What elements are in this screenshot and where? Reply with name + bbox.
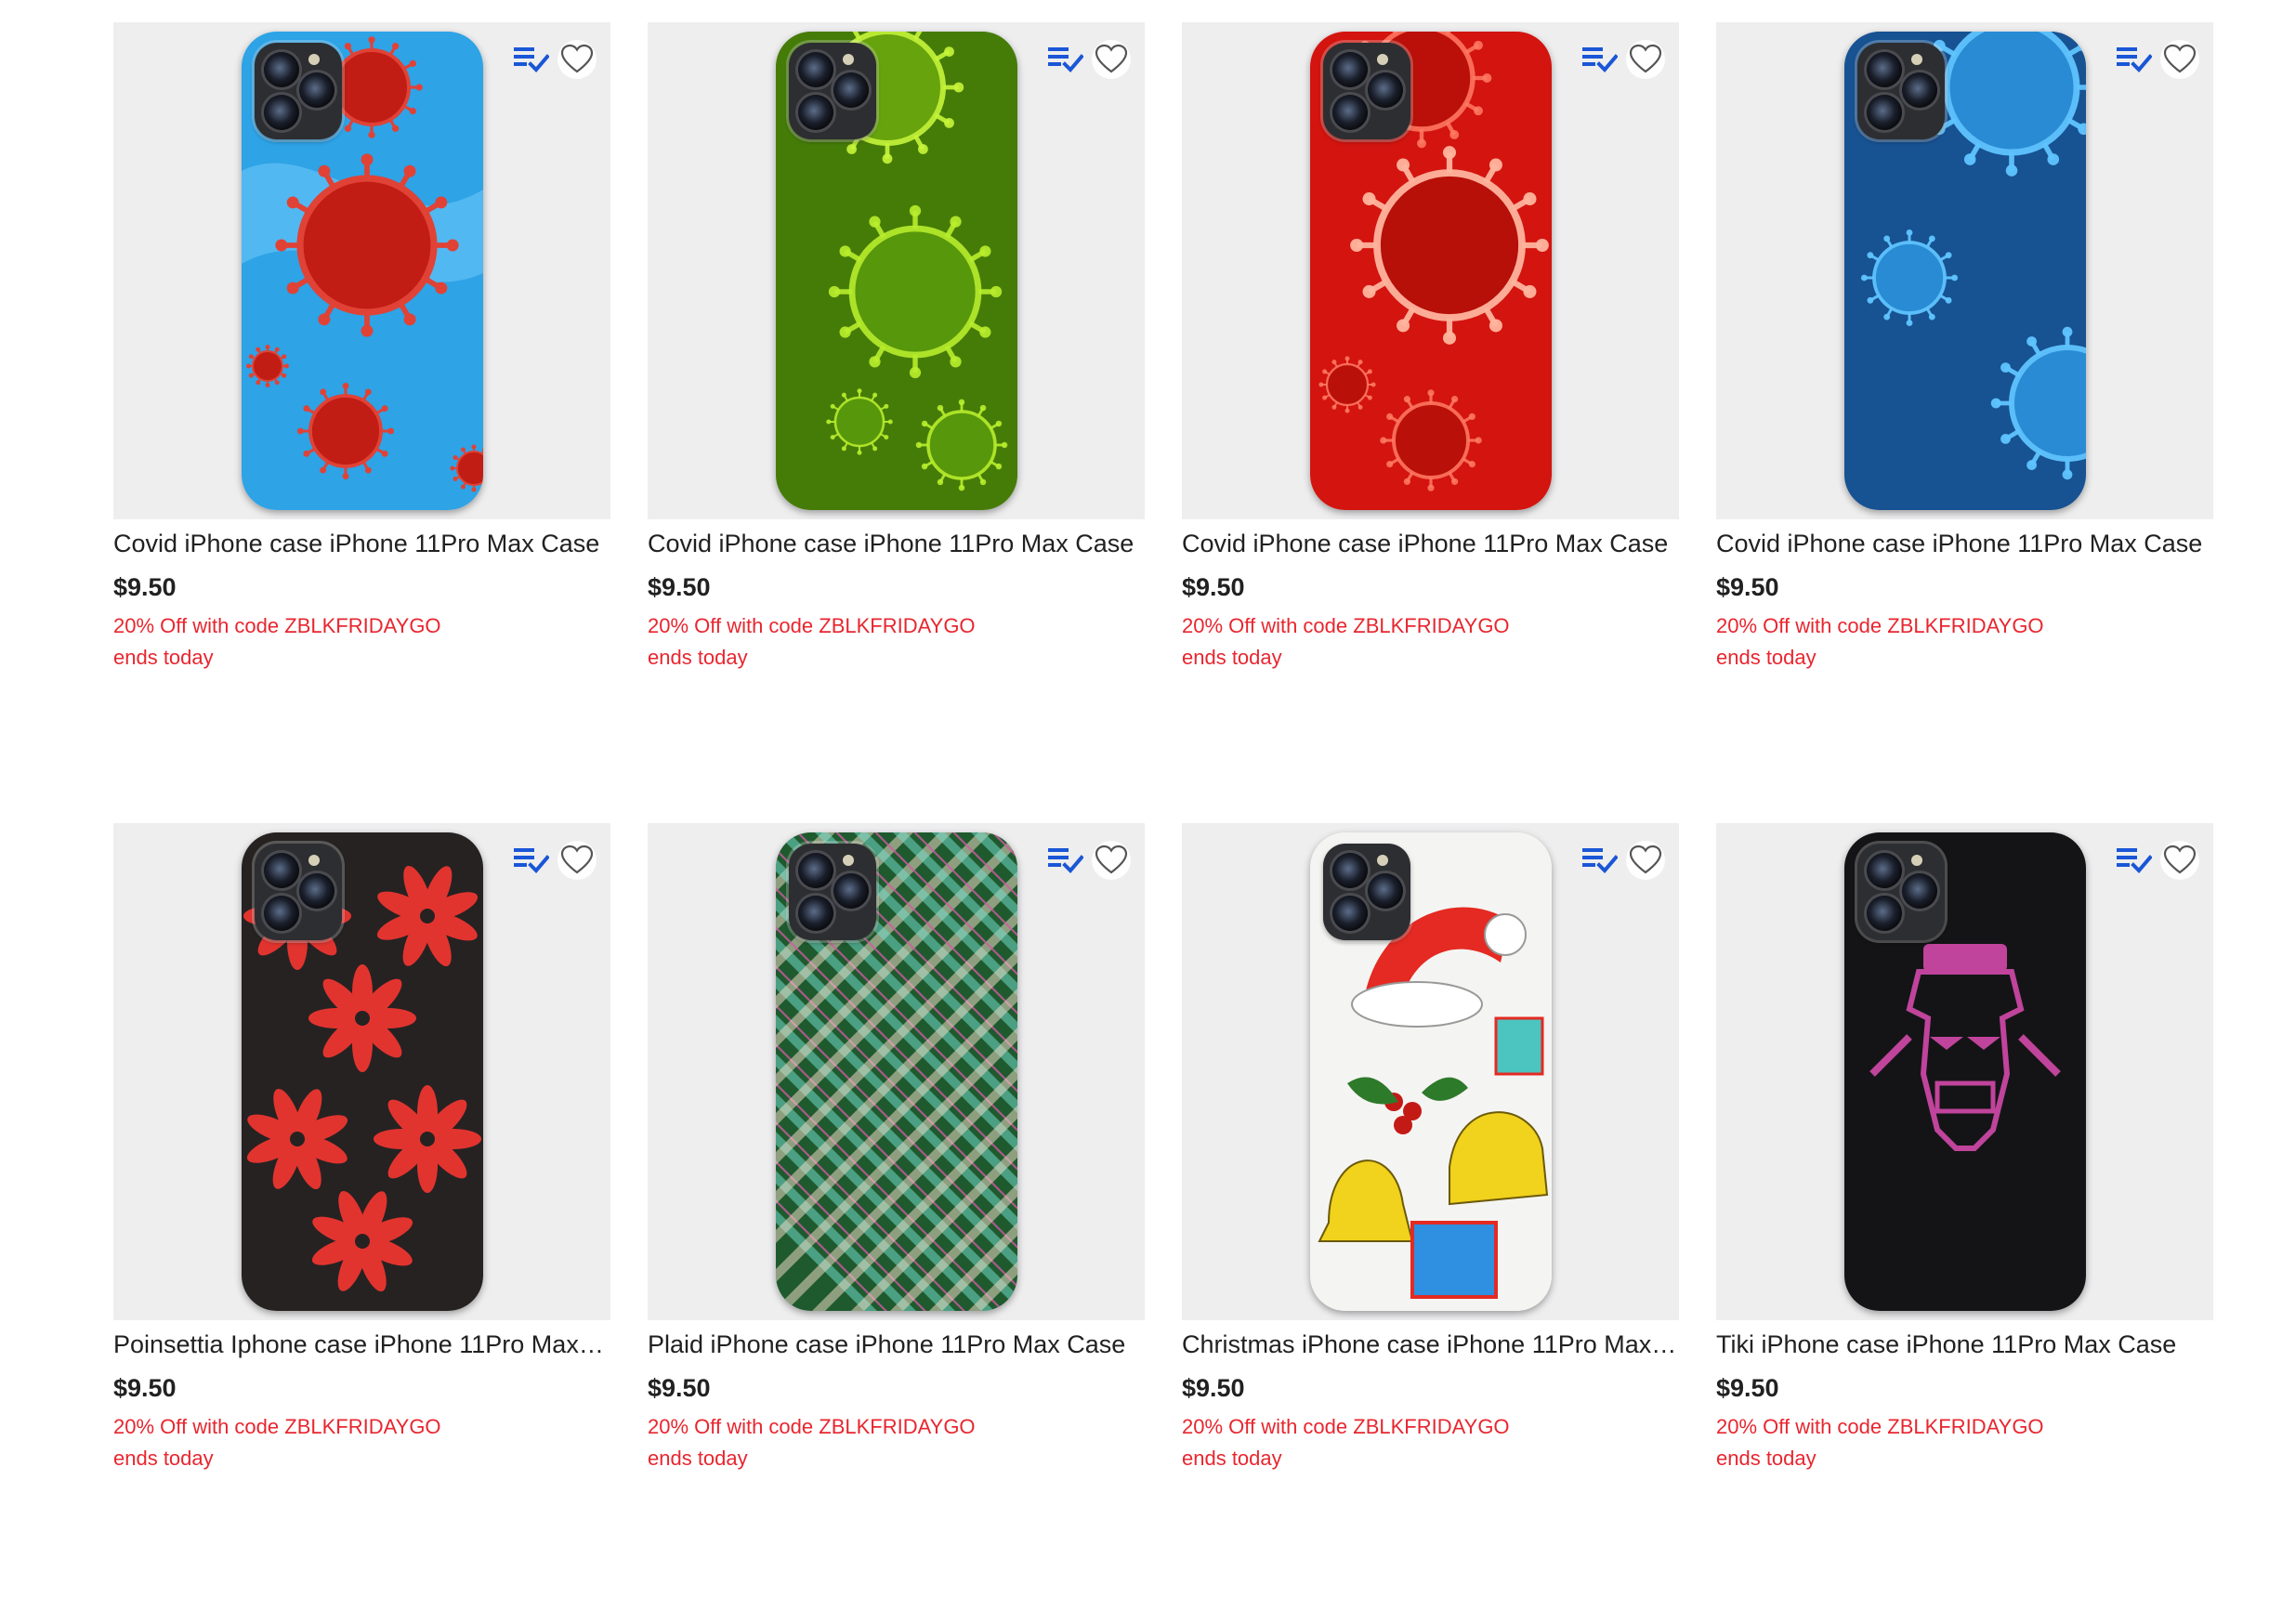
promo-text: 20% Off with code ZBLKFRIDAYGO: [113, 614, 441, 637]
compare-list-icon[interactable]: [1046, 845, 1084, 876]
compare-list-icon[interactable]: [1046, 44, 1084, 75]
promo-ends: ends today: [1716, 646, 1817, 669]
phone-case-image: [242, 32, 483, 510]
product-price: $9.50: [1716, 1374, 1779, 1402]
product-title[interactable]: Tiki iPhone case iPhone 11Pro Max Case: [1716, 1326, 2213, 1363]
product-info: Covid iPhone case iPhone 11Pro Max Case …: [648, 519, 1145, 674]
product-title[interactable]: Covid iPhone case iPhone 11Pro Max Case: [648, 525, 1145, 562]
product-info: Poinsettia Iphone case iPhone 11Pro Max …: [113, 1320, 610, 1474]
product-image[interactable]: [1716, 22, 2213, 519]
phone-case-image: [776, 832, 1017, 1311]
phone-case-image: [776, 32, 1017, 510]
camera-module: [255, 43, 342, 139]
heart-outline-icon[interactable]: [2159, 840, 2200, 881]
product-image[interactable]: [1182, 823, 1679, 1320]
promo-text: 20% Off with code ZBLKFRIDAYGO: [1716, 614, 2044, 637]
card-actions: [1046, 39, 1132, 80]
product-title[interactable]: Covid iPhone case iPhone 11Pro Max Case: [1716, 525, 2213, 562]
heart-outline-icon[interactable]: [557, 840, 597, 881]
card-actions: [512, 39, 597, 80]
product-info: Christmas iPhone case iPhone 11Pro Max C…: [1182, 1320, 1679, 1474]
product-title[interactable]: Poinsettia Iphone case iPhone 11Pro Max …: [113, 1326, 610, 1363]
product-card[interactable]: Covid iPhone case iPhone 11Pro Max Case …: [1716, 22, 2213, 823]
product-price: $9.50: [113, 1374, 177, 1402]
card-actions: [1580, 840, 1666, 881]
promo-ends: ends today: [1182, 646, 1282, 669]
product-title[interactable]: Christmas iPhone case iPhone 11Pro Max C…: [1182, 1326, 1679, 1363]
promo-ends: ends today: [1716, 1447, 1817, 1470]
promo-text: 20% Off with code ZBLKFRIDAYGO: [113, 1415, 441, 1438]
compare-list-icon[interactable]: [1580, 845, 1619, 876]
product-price: $9.50: [113, 573, 177, 601]
heart-outline-icon[interactable]: [1625, 39, 1666, 80]
phone-case-image: [1310, 832, 1552, 1311]
product-card[interactable]: Christmas iPhone case iPhone 11Pro Max C…: [1182, 823, 1679, 1624]
product-grid: Covid iPhone case iPhone 11Pro Max Case …: [113, 22, 2213, 1624]
product-title[interactable]: Covid iPhone case iPhone 11Pro Max Case: [1182, 525, 1679, 562]
compare-list-icon[interactable]: [2115, 44, 2153, 75]
product-price: $9.50: [1182, 1374, 1245, 1402]
product-card[interactable]: Plaid iPhone case iPhone 11Pro Max Case …: [648, 823, 1145, 1624]
phone-case-image: [242, 832, 483, 1311]
promo-ends: ends today: [648, 646, 748, 669]
camera-module: [789, 844, 876, 940]
product-card[interactable]: Covid iPhone case iPhone 11Pro Max Case …: [648, 22, 1145, 823]
heart-outline-icon[interactable]: [1625, 840, 1666, 881]
product-card[interactable]: Covid iPhone case iPhone 11Pro Max Case …: [113, 22, 610, 823]
camera-module: [789, 43, 876, 139]
card-actions: [2115, 39, 2200, 80]
promo-text: 20% Off with code ZBLKFRIDAYGO: [1716, 1415, 2044, 1438]
product-title[interactable]: Plaid iPhone case iPhone 11Pro Max Case: [648, 1326, 1145, 1363]
product-image[interactable]: [648, 22, 1145, 519]
promo-ends: ends today: [1182, 1447, 1282, 1470]
phone-case-image: [1844, 32, 2086, 510]
promo-text: 20% Off with code ZBLKFRIDAYGO: [1182, 1415, 1510, 1438]
camera-module: [1323, 43, 1410, 139]
promo-ends: ends today: [113, 1447, 214, 1470]
product-price: $9.50: [1716, 573, 1779, 601]
heart-outline-icon[interactable]: [557, 39, 597, 80]
camera-module: [1323, 844, 1410, 940]
camera-module: [1857, 844, 1945, 940]
product-info: Plaid iPhone case iPhone 11Pro Max Case …: [648, 1320, 1145, 1474]
product-image[interactable]: [1716, 823, 2213, 1320]
product-info: Covid iPhone case iPhone 11Pro Max Case …: [113, 519, 610, 674]
product-price: $9.50: [648, 573, 711, 601]
heart-outline-icon[interactable]: [1091, 840, 1132, 881]
product-price: $9.50: [648, 1374, 711, 1402]
product-card[interactable]: Poinsettia Iphone case iPhone 11Pro Max …: [113, 823, 610, 1624]
compare-list-icon[interactable]: [2115, 845, 2153, 876]
product-image[interactable]: [113, 823, 610, 1320]
card-actions: [1046, 840, 1132, 881]
heart-outline-icon[interactable]: [1091, 39, 1132, 80]
compare-list-icon[interactable]: [512, 44, 550, 75]
promo-text: 20% Off with code ZBLKFRIDAYGO: [648, 1415, 976, 1438]
heart-outline-icon[interactable]: [2159, 39, 2200, 80]
product-card[interactable]: Tiki iPhone case iPhone 11Pro Max Case $…: [1716, 823, 2213, 1624]
product-info: Covid iPhone case iPhone 11Pro Max Case …: [1716, 519, 2213, 674]
card-actions: [2115, 840, 2200, 881]
compare-list-icon[interactable]: [1580, 44, 1619, 75]
product-title[interactable]: Covid iPhone case iPhone 11Pro Max Case: [113, 525, 610, 562]
product-image[interactable]: [113, 22, 610, 519]
camera-module: [1857, 43, 1945, 139]
camera-module: [255, 844, 342, 940]
card-actions: [1580, 39, 1666, 80]
phone-case-image: [1310, 32, 1552, 510]
compare-list-icon[interactable]: [512, 845, 550, 876]
product-image[interactable]: [648, 823, 1145, 1320]
card-actions: [512, 840, 597, 881]
product-info: Covid iPhone case iPhone 11Pro Max Case …: [1182, 519, 1679, 674]
product-card[interactable]: Covid iPhone case iPhone 11Pro Max Case …: [1182, 22, 1679, 823]
promo-text: 20% Off with code ZBLKFRIDAYGO: [1182, 614, 1510, 637]
product-info: Tiki iPhone case iPhone 11Pro Max Case $…: [1716, 1320, 2213, 1474]
phone-case-image: [1844, 832, 2086, 1311]
promo-ends: ends today: [113, 646, 214, 669]
promo-ends: ends today: [648, 1447, 748, 1470]
promo-text: 20% Off with code ZBLKFRIDAYGO: [648, 614, 976, 637]
product-price: $9.50: [1182, 573, 1245, 601]
product-image[interactable]: [1182, 22, 1679, 519]
